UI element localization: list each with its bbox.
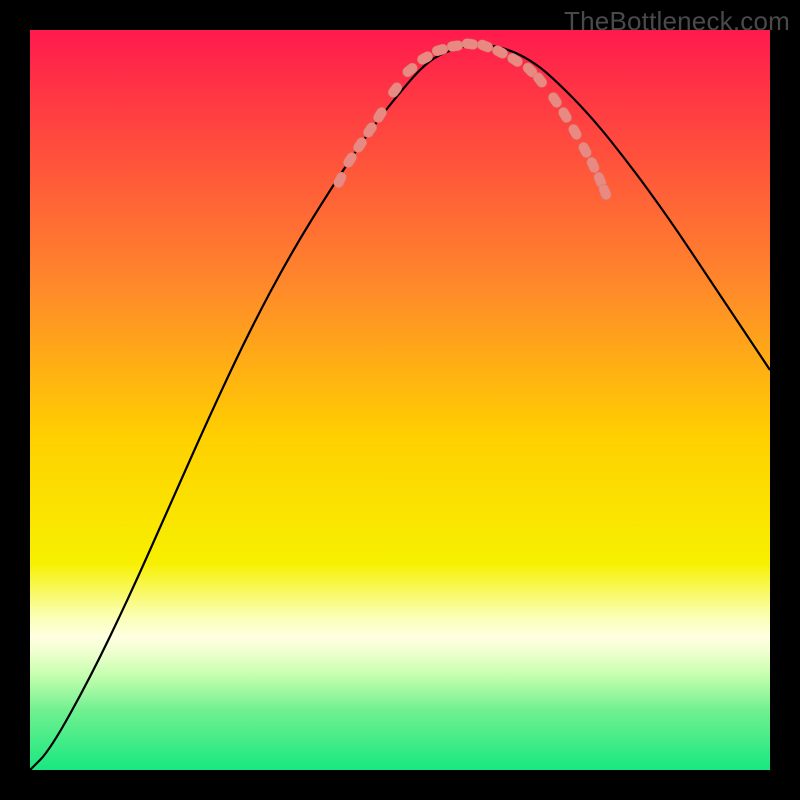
- curve-marker: [567, 123, 584, 142]
- curve-marker: [401, 61, 420, 79]
- curve-marker: [476, 38, 495, 53]
- curve-marker: [416, 50, 435, 66]
- curve-marker: [431, 43, 449, 57]
- chart-plot-area: [30, 30, 770, 770]
- curve-marker: [332, 171, 348, 190]
- marker-group: [332, 38, 613, 201]
- watermark-text: TheBottleneck.com: [564, 6, 790, 37]
- curve-marker: [585, 156, 601, 175]
- curve-marker: [446, 40, 463, 52]
- curve-marker: [506, 51, 525, 68]
- curve-marker: [546, 91, 563, 110]
- curve-marker: [461, 38, 478, 50]
- curve-marker: [577, 141, 593, 160]
- chart-svg: [30, 30, 770, 770]
- curve-marker: [386, 81, 404, 100]
- curve-marker: [341, 151, 358, 170]
- bottleneck-curve: [30, 45, 770, 770]
- curve-marker: [372, 106, 389, 125]
- curve-marker: [557, 106, 574, 125]
